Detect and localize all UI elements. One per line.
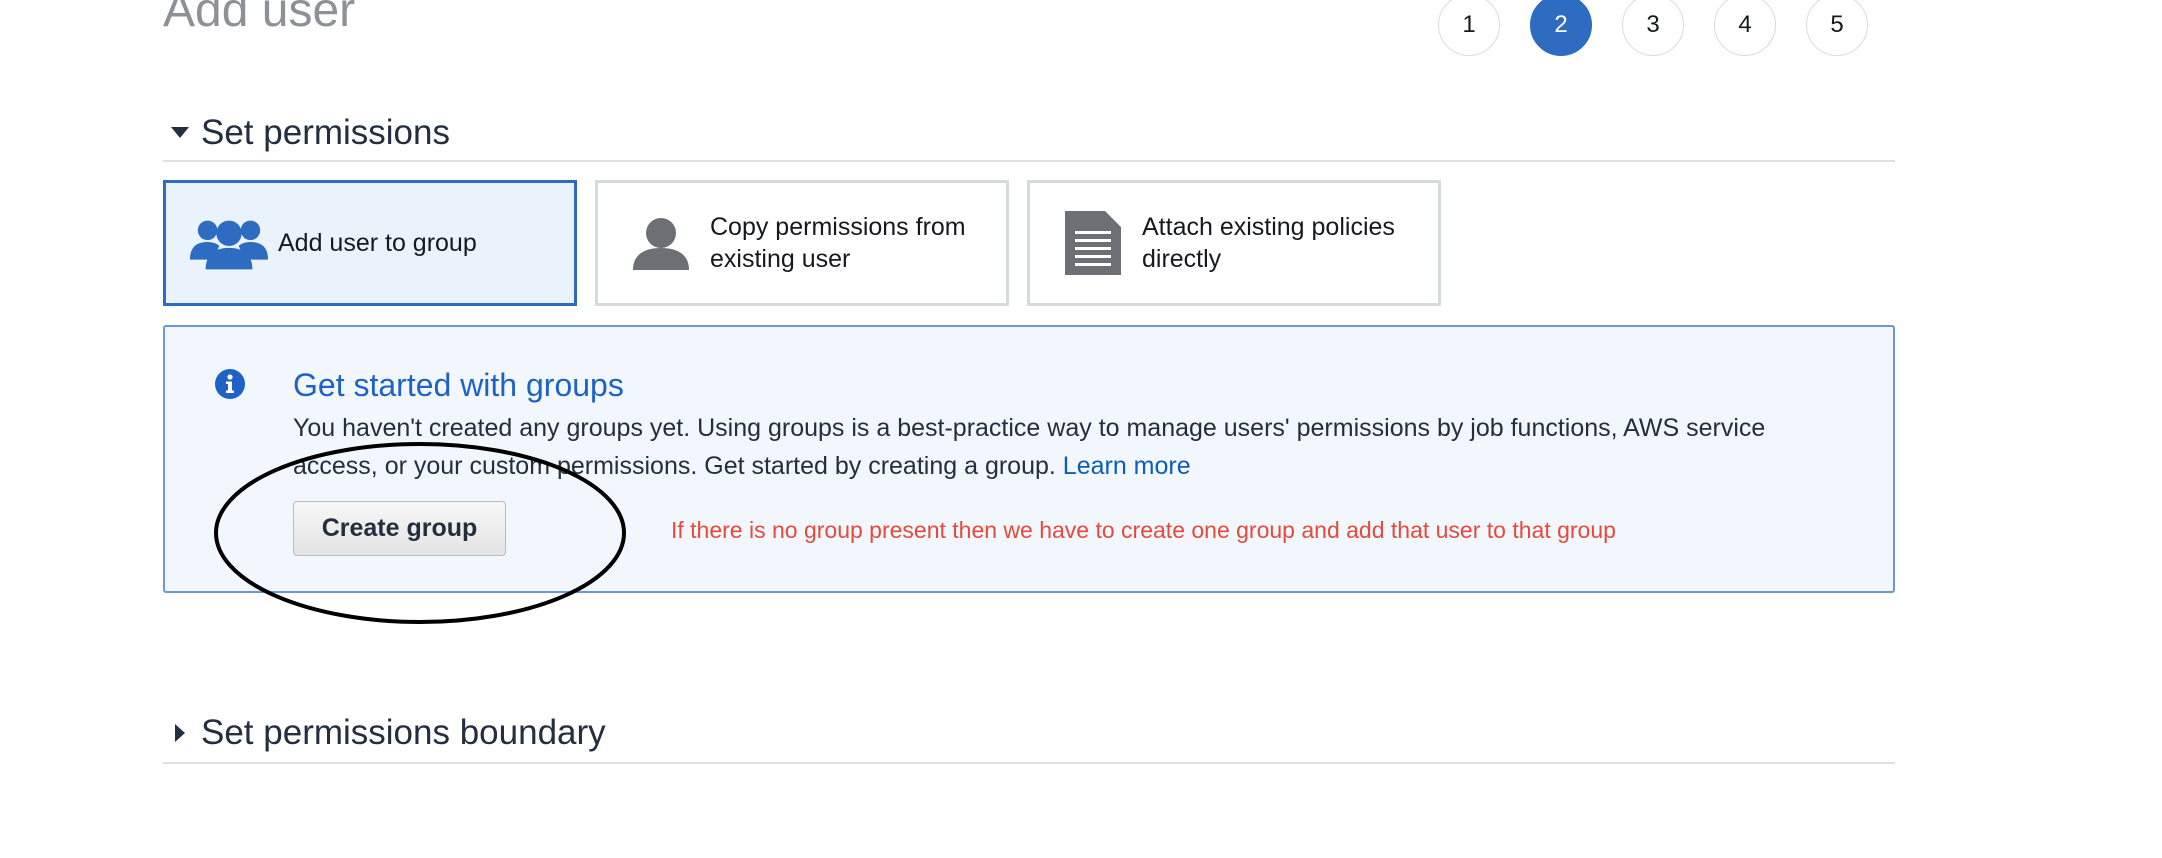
option-copy-permissions[interactable]: Copy permissions from existing user (595, 180, 1009, 306)
step-1[interactable]: 1 (1438, 0, 1500, 56)
info-body-text: You haven't created any groups yet. Usin… (293, 414, 1766, 480)
option-label: Copy permissions from existing user (710, 213, 966, 273)
section-title: Set permissions (201, 113, 450, 152)
users-group-icon (190, 216, 268, 270)
step-3[interactable]: 3 (1622, 0, 1684, 56)
learn-more-link[interactable]: Learn more (1063, 452, 1191, 480)
step-4[interactable]: 4 (1714, 0, 1776, 56)
add-user-page: Add user 1 2 3 4 5 Set permissions Add u… (0, 0, 2162, 858)
page-title: Add user (163, 0, 356, 37)
step-5[interactable]: 5 (1806, 0, 1868, 56)
caret-down-icon (163, 127, 197, 139)
set-permissions-header[interactable]: Set permissions (163, 106, 1895, 162)
info-icon (215, 369, 245, 399)
option-label: Attach existing policies directly (1142, 213, 1395, 273)
permission-options: Add user to group Copy permissions from … (163, 180, 1441, 306)
annotation-note: If there is no group present then we hav… (671, 517, 1616, 543)
option-add-user-to-group[interactable]: Add user to group (163, 180, 577, 306)
user-icon (622, 216, 700, 270)
option-label: Add user to group (278, 229, 477, 257)
create-group-button[interactable]: Create group (293, 501, 506, 556)
info-alert: Get started with groups You haven't crea… (163, 325, 1895, 593)
set-permissions-boundary-header[interactable]: Set permissions boundary (163, 704, 1895, 764)
option-attach-policies[interactable]: Attach existing policies directly (1027, 180, 1441, 306)
info-title: Get started with groups (293, 367, 624, 403)
info-body: You haven't created any groups yet. Usin… (293, 409, 1853, 485)
step-2[interactable]: 2 (1530, 0, 1592, 56)
section-title: Set permissions boundary (201, 713, 606, 752)
caret-right-icon (163, 724, 197, 742)
document-icon (1054, 211, 1132, 275)
wizard-steps: 1 2 3 4 5 (1438, 0, 1868, 56)
